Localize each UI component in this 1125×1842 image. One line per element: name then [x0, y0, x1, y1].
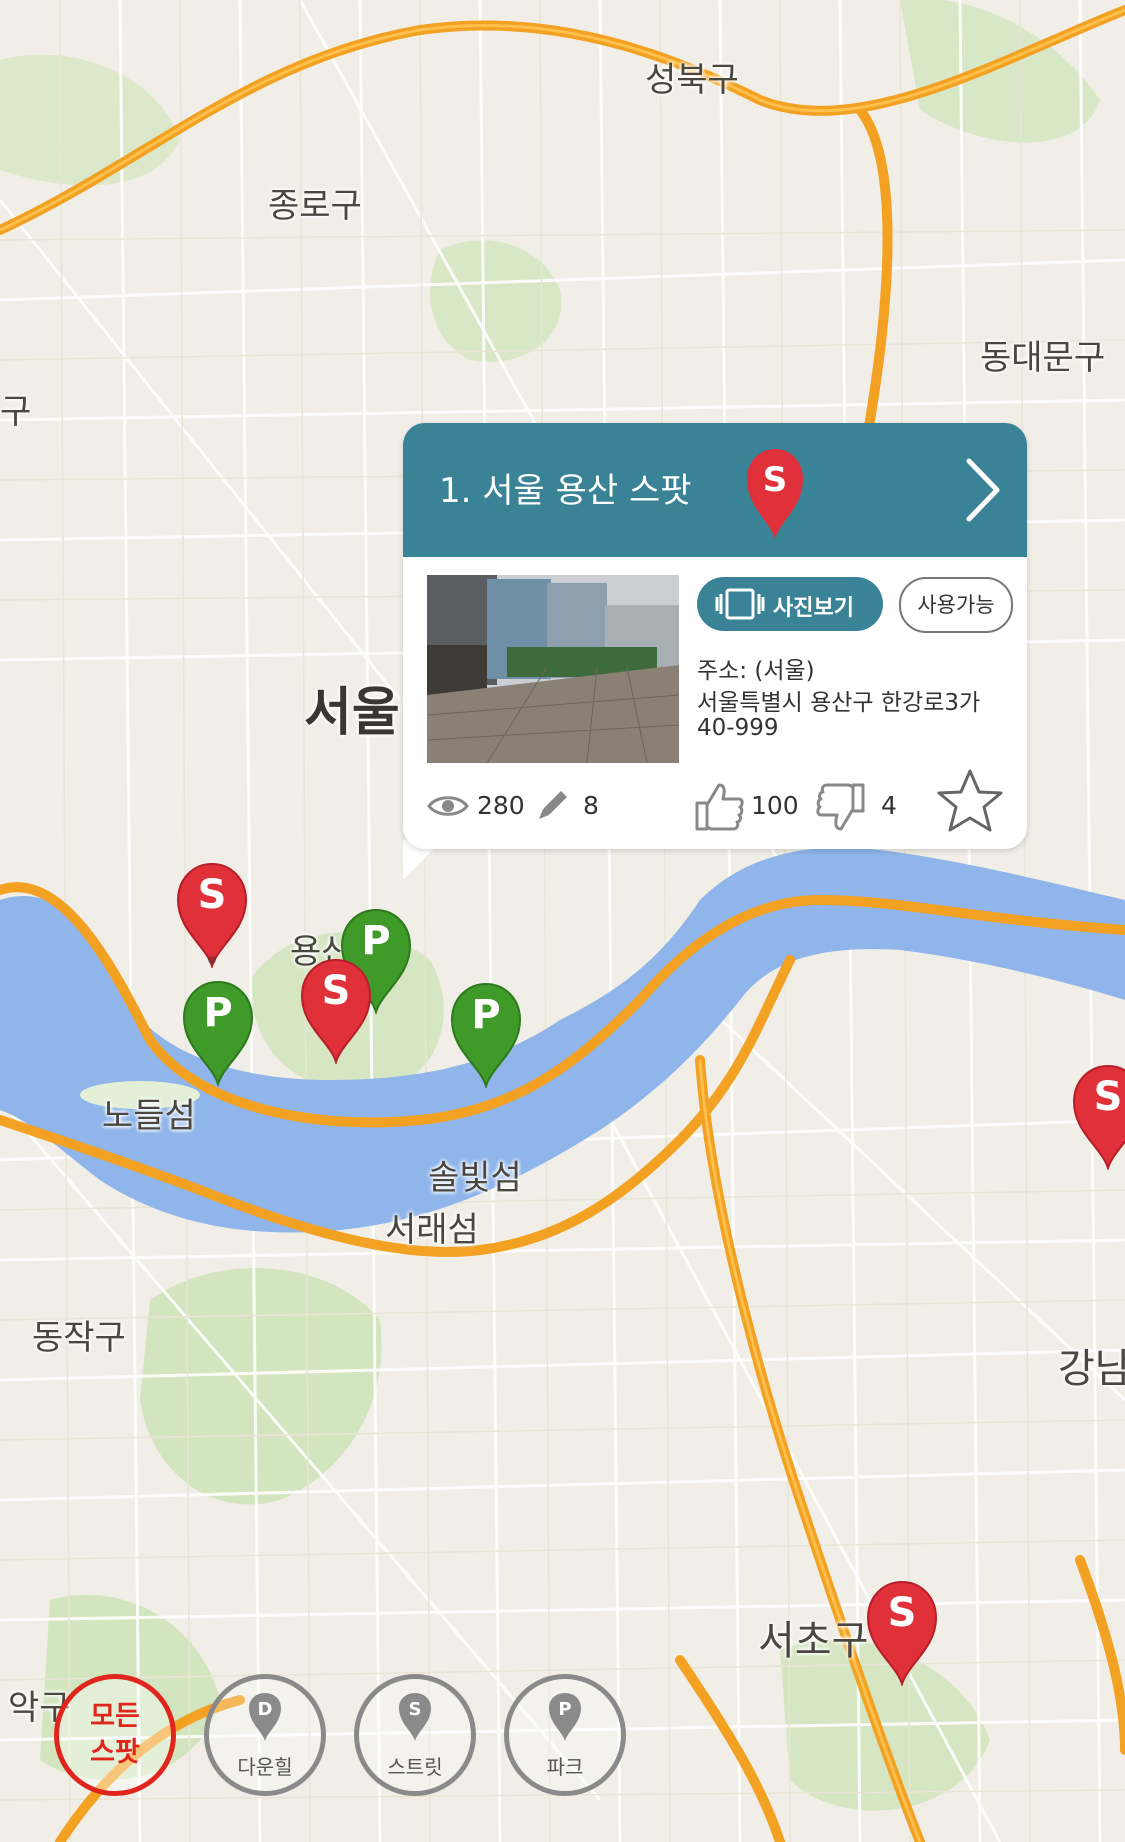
- svg-text:S: S: [409, 1699, 422, 1720]
- district-label-dongdaemun: 동대문구: [980, 338, 1106, 378]
- filter-park-button[interactable]: P 파크: [504, 1674, 626, 1796]
- view-photos-button[interactable]: 사진보기: [697, 577, 883, 631]
- district-label-seocho: 서초구: [758, 1618, 869, 1664]
- filter-street-button[interactable]: S 스트릿: [354, 1674, 476, 1796]
- photo-gallery-icon: [715, 588, 765, 620]
- svg-text:D: D: [258, 1699, 273, 1720]
- thumbs-down-icon[interactable]: [815, 781, 867, 833]
- view-count: 280: [477, 791, 525, 820]
- spot-info-popup[interactable]: 1. 서울 용산 스팟 S 사진보기 사용가능 주소: (서울) 서울특별시 용…: [403, 423, 1027, 849]
- comment-count: 8: [583, 791, 599, 820]
- city-label-seoul: 서울: [304, 683, 400, 743]
- dislike-count: 4: [881, 791, 897, 820]
- park-spot-marker[interactable]: P: [178, 978, 258, 1086]
- district-label-jongno: 종로구: [268, 186, 362, 226]
- address-line-1: 서울특별시 용산구 한강로3가: [697, 690, 981, 716]
- popup-header[interactable]: 1. 서울 용산 스팟 S: [403, 423, 1027, 557]
- spot-title[interactable]: 1. 서울 용산 스팟: [439, 463, 692, 512]
- district-label-dongjak: 동작구: [32, 1318, 126, 1358]
- park-pin-icon: P: [549, 1693, 581, 1741]
- filter-park-label: 파크: [546, 1755, 584, 1779]
- address-line-2: 40-999: [697, 715, 779, 741]
- thumbs-up-icon[interactable]: [693, 781, 745, 833]
- island-label-solbitseom: 솔빛섬: [428, 1158, 522, 1198]
- park-spot-marker[interactable]: P: [446, 980, 526, 1088]
- star-icon[interactable]: [935, 767, 1005, 835]
- street-pin-icon: S: [743, 447, 807, 541]
- availability-badge: 사용가능: [899, 577, 1013, 633]
- spot-photo[interactable]: [427, 575, 679, 763]
- map-background[interactable]: [0, 0, 1125, 1842]
- eye-icon: [427, 796, 469, 816]
- downhill-pin-icon: D: [249, 1693, 281, 1741]
- address-label: 주소: (서울): [697, 658, 815, 684]
- street-pin-icon: S: [399, 1693, 431, 1741]
- filter-all-line1: 모든: [90, 1701, 140, 1732]
- svg-text:S: S: [763, 460, 788, 500]
- district-label-partial-left: 구: [0, 392, 32, 432]
- view-photos-label: 사진보기: [773, 596, 854, 621]
- filter-downhill-button[interactable]: D 다운힐: [204, 1674, 326, 1796]
- island-label-nodeulseom: 노들섬: [102, 1096, 196, 1136]
- district-label-gangnam: 강남: [1058, 1346, 1125, 1392]
- district-label-seongbuk: 성북구: [645, 60, 739, 100]
- island-label-seoraeseom: 서래섬: [385, 1210, 479, 1250]
- chevron-right-icon[interactable]: [951, 455, 1011, 525]
- street-spot-marker[interactable]: S: [1068, 1062, 1125, 1170]
- street-spot-marker[interactable]: S: [862, 1578, 942, 1686]
- filter-all-spots-button[interactable]: 모든스팟: [54, 1674, 176, 1796]
- street-spot-marker[interactable]: S: [296, 956, 376, 1064]
- filter-street-label: 스트릿: [387, 1755, 443, 1779]
- svg-text:P: P: [558, 1699, 571, 1720]
- filter-downhill-label: 다운힐: [237, 1755, 293, 1779]
- like-count: 100: [751, 791, 799, 820]
- street-spot-marker[interactable]: S: [172, 860, 252, 968]
- pencil-icon: [539, 791, 567, 819]
- filter-all-line2: 스팟: [90, 1737, 140, 1768]
